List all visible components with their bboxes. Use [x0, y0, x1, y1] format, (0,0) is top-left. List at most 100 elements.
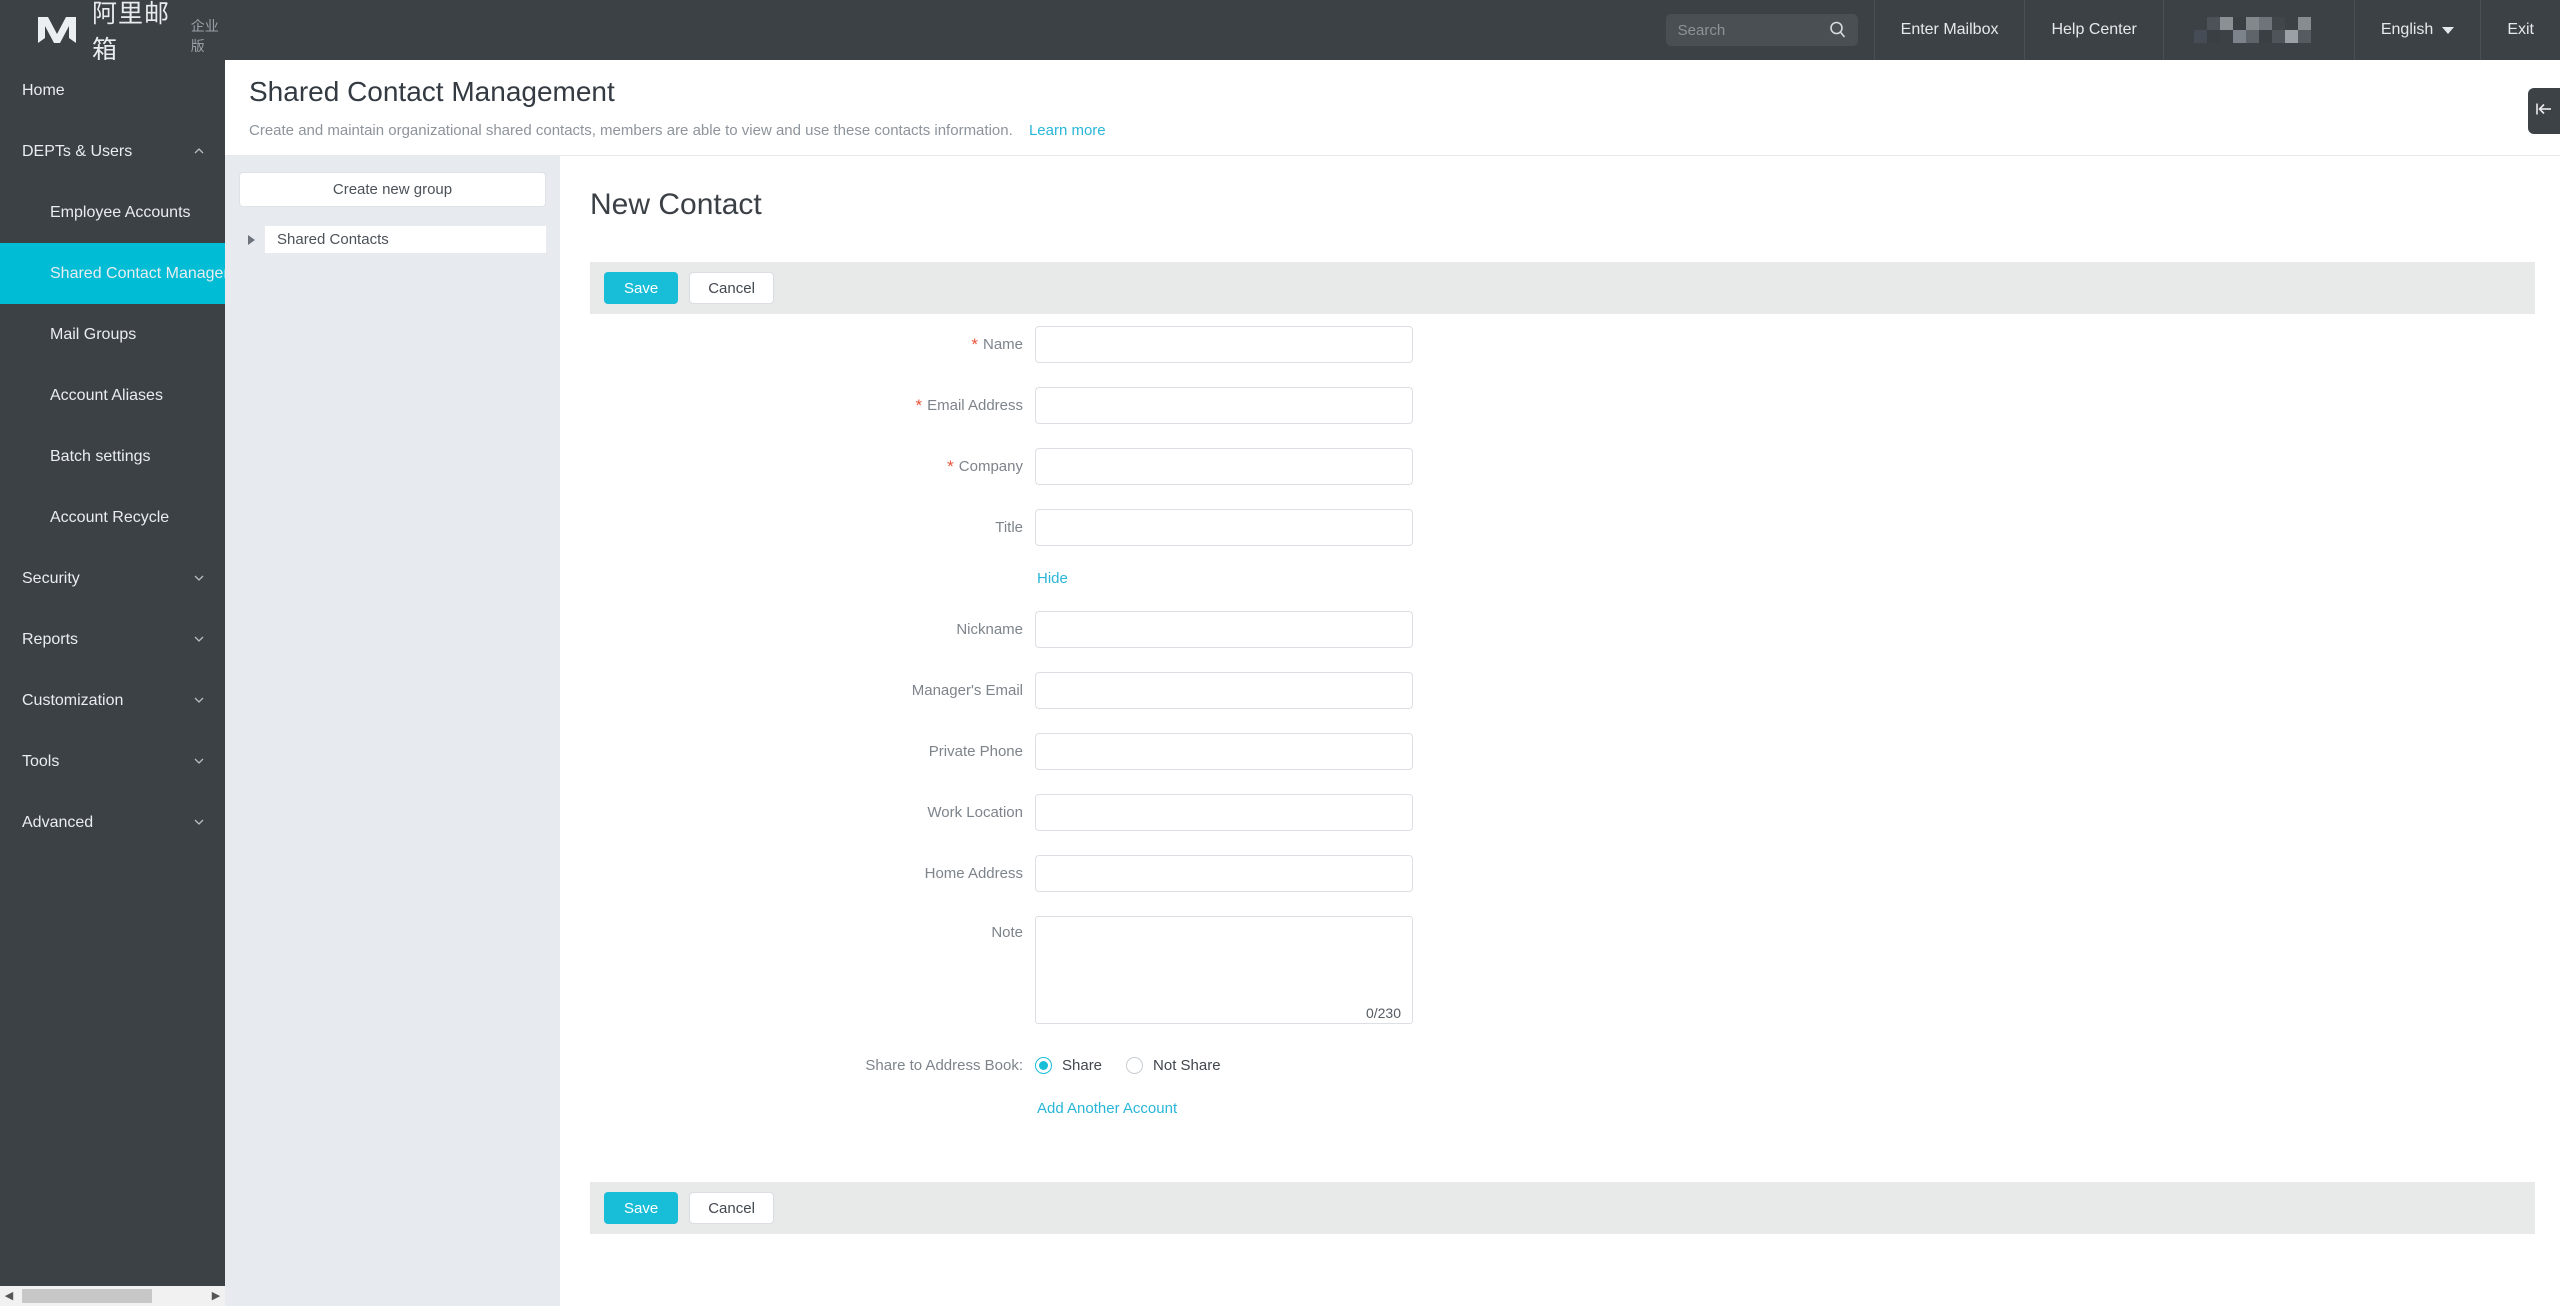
- exit-button[interactable]: Exit: [2480, 0, 2560, 60]
- search-box[interactable]: [1665, 14, 1858, 46]
- sidebar-item-label: Home: [22, 81, 65, 99]
- sidebar-item-customization[interactable]: Customization: [0, 670, 225, 731]
- scroll-right-arrow-icon[interactable]: ▶: [207, 1286, 225, 1306]
- required-asterisk-icon: *: [971, 335, 978, 354]
- form-row-managers-email: Manager's Email: [560, 672, 2560, 709]
- note-textarea[interactable]: [1035, 916, 1413, 1024]
- redacted-pixels: [2193, 17, 2324, 43]
- tree-row: Shared Contacts: [239, 226, 546, 253]
- radio-label-not-share[interactable]: Not Share: [1153, 1057, 1221, 1074]
- add-another-account-row: Add Another Account: [560, 1100, 2560, 1117]
- sidebar-item-batch-settings[interactable]: Batch settings: [0, 426, 225, 487]
- radio-not-share[interactable]: [1126, 1057, 1144, 1074]
- search-icon[interactable]: [1828, 20, 1848, 45]
- collapse-sidebar-button[interactable]: [2528, 88, 2560, 134]
- learn-more-link[interactable]: Learn more: [1029, 122, 1106, 139]
- nickname-input[interactable]: [1035, 611, 1413, 648]
- sidebar-item-label: Batch settings: [50, 447, 151, 465]
- sidebar-scroll-area: Home DEPTs & Users Employee Accounts Shared…: [0, 60, 225, 1286]
- sidebar-item-shared-contact-management[interactable]: Shared Contact Management: [0, 243, 225, 304]
- toolbar-bottom: Save Cancel: [590, 1182, 2535, 1234]
- sidebar-item-label: Security: [22, 569, 80, 587]
- chevron-up-icon: [194, 147, 204, 153]
- search-area: [1650, 0, 1874, 60]
- language-selector[interactable]: English: [2353, 0, 2480, 60]
- label-name: * Name: [560, 336, 1035, 353]
- tree-item-shared-contacts[interactable]: Shared Contacts: [265, 226, 546, 253]
- managers-email-input[interactable]: [1035, 672, 1413, 709]
- required-asterisk-icon: *: [915, 396, 923, 415]
- label-text: Manager's Email: [911, 682, 1023, 699]
- sidebar-item-security[interactable]: Security: [0, 548, 225, 609]
- private-phone-input[interactable]: [1035, 733, 1413, 770]
- label-company: * Company: [560, 458, 1035, 475]
- scrollbar-track[interactable]: [18, 1286, 207, 1306]
- required-asterisk-icon: *: [947, 457, 954, 476]
- label-text: Company: [958, 458, 1023, 475]
- label-note: Note: [560, 916, 1035, 941]
- cancel-button-bottom[interactable]: Cancel: [689, 1192, 774, 1224]
- page-description-row: Create and maintain organizational share…: [249, 122, 2560, 139]
- form-row-name: * Name: [560, 326, 2560, 363]
- title-input[interactable]: [1035, 509, 1413, 546]
- hide-link[interactable]: Hide: [1037, 570, 1068, 587]
- help-center-button[interactable]: Help Center: [2024, 0, 2162, 60]
- top-bar: 阿里邮箱 企业版 Enter Mailbox Help Center: [0, 0, 2560, 64]
- sidebar-item-label: Customization: [22, 691, 124, 709]
- share-label: Share to Address Book:: [865, 1057, 1023, 1074]
- label-managers-email: Manager's Email: [560, 682, 1035, 699]
- email-address-input[interactable]: [1035, 387, 1413, 424]
- work-location-input[interactable]: [1035, 794, 1413, 831]
- search-input[interactable]: [1675, 20, 1826, 40]
- sidebar-item-advanced[interactable]: Advanced: [0, 792, 225, 853]
- home-address-input[interactable]: [1035, 855, 1413, 892]
- hide-row: Hide: [560, 570, 2560, 587]
- scroll-left-arrow-icon[interactable]: ◀: [0, 1286, 18, 1306]
- alimail-m-logo-icon: [36, 14, 78, 46]
- label-text: Home Address: [924, 865, 1023, 882]
- tree-expand-arrow-icon[interactable]: [248, 234, 255, 245]
- sidebar-item-home[interactable]: Home: [0, 60, 225, 121]
- label-nickname: Nickname: [560, 621, 1035, 638]
- scrollbar-thumb[interactable]: [22, 1289, 152, 1303]
- sidebar-item-account-aliases[interactable]: Account Aliases: [0, 365, 225, 426]
- label-text: Note: [991, 924, 1023, 941]
- note-wrapper: 0/230: [1035, 916, 1413, 1029]
- brand-edition: 企业版: [190, 19, 219, 55]
- label-email-address: * Email Address: [560, 397, 1035, 414]
- create-new-group-button[interactable]: Create new group: [239, 172, 546, 207]
- form-row-nickname: Nickname: [560, 611, 2560, 648]
- name-input[interactable]: [1035, 326, 1413, 363]
- company-input[interactable]: [1035, 448, 1413, 485]
- sidebar-item-depts-users[interactable]: DEPTs & Users: [0, 121, 225, 182]
- radio-label-share[interactable]: Share: [1062, 1057, 1102, 1074]
- sidebar-item-tools[interactable]: Tools: [0, 731, 225, 792]
- add-another-account-link[interactable]: Add Another Account: [1037, 1100, 1177, 1117]
- radio-share[interactable]: [1035, 1057, 1052, 1074]
- collapse-left-icon: [2534, 101, 2554, 122]
- account-name-redacted[interactable]: [2162, 0, 2354, 60]
- share-radio-group: Share Not Share: [1035, 1057, 1235, 1074]
- sidebar-item-reports[interactable]: Reports: [0, 609, 225, 670]
- form-heading: New Contact: [590, 188, 762, 221]
- page-description: Create and maintain organizational share…: [249, 122, 1013, 139]
- sidebar-item-mail-groups[interactable]: Mail Groups: [0, 304, 225, 365]
- form-row-email-address: * Email Address: [560, 387, 2560, 424]
- sidebar-item-label: Shared Contact Management: [50, 264, 225, 282]
- label-home-address: Home Address: [560, 865, 1035, 882]
- contact-form: * Name * Email Address * Company Title Hide Nick…: [560, 326, 2560, 1117]
- label-text: Title: [995, 519, 1023, 536]
- cancel-button-top[interactable]: Cancel: [689, 272, 774, 304]
- sidebar-item-label: Mail Groups: [50, 325, 137, 343]
- sidebar-item-employee-accounts[interactable]: Employee Accounts: [0, 182, 225, 243]
- form-row-note: Note 0/230: [560, 916, 2560, 1029]
- save-button-bottom[interactable]: Save: [604, 1192, 679, 1224]
- sidebar-item-label: DEPTs & Users: [22, 142, 133, 160]
- sidebar-horizontal-scrollbar[interactable]: ◀ ▶: [0, 1286, 225, 1306]
- enter-mailbox-button[interactable]: Enter Mailbox: [1873, 0, 2025, 60]
- brand-logo-area[interactable]: 阿里邮箱 企业版: [0, 0, 225, 64]
- sidebar-item-account-recycle[interactable]: Account Recycle: [0, 487, 225, 548]
- label-private-phone: Private Phone: [560, 743, 1035, 760]
- save-button-top[interactable]: Save: [604, 272, 679, 304]
